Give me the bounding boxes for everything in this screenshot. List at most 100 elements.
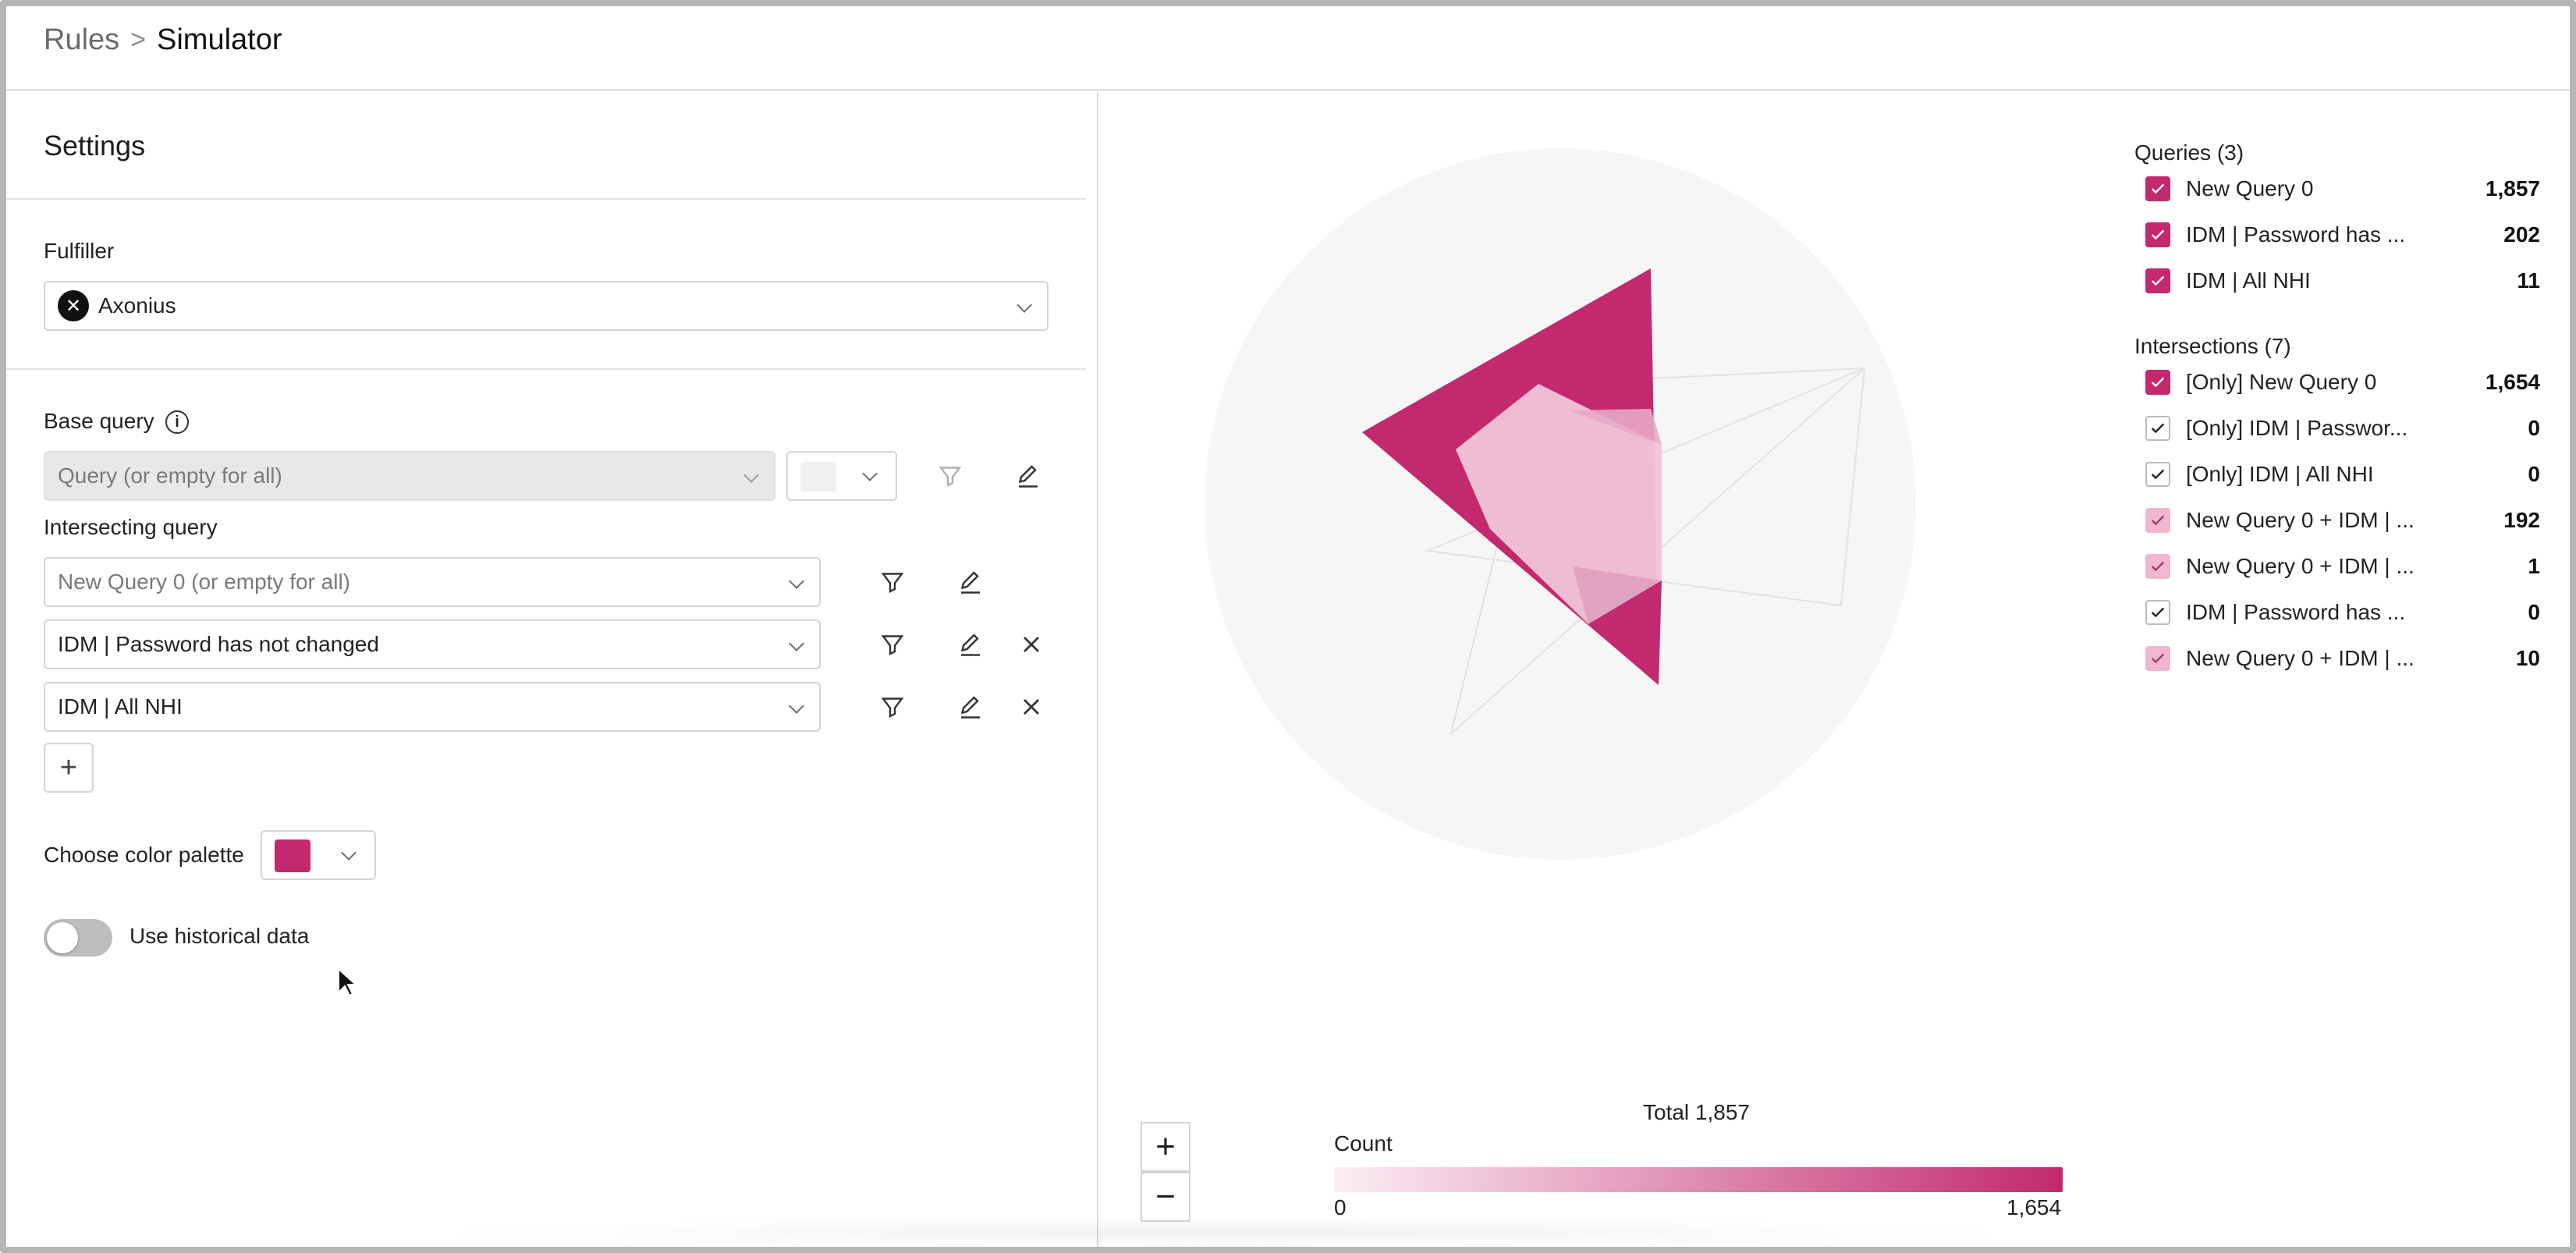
query-legend-label: IDM | Password has ... — [2186, 222, 2406, 247]
close-icon[interactable] — [1013, 626, 1050, 663]
historical-data-toggle[interactable] — [44, 919, 112, 957]
intersections-heading: Intersections (7) — [2134, 334, 2291, 358]
base-query-color-select[interactable] — [786, 451, 897, 501]
intersection-legend-count: 1 — [2528, 554, 2540, 578]
query-legend-item[interactable]: New Query 0 1,857 — [2145, 172, 2540, 206]
intersection-legend-count: 0 — [2528, 462, 2540, 486]
intersection-legend-label: [Only] New Query 0 — [2186, 370, 2377, 394]
intersecting-query-value: New Query 0 (or empty for all) — [58, 570, 350, 594]
filter-icon[interactable] — [874, 626, 911, 663]
scroll-shadow — [421, 1217, 2028, 1248]
edit-icon[interactable] — [952, 626, 989, 663]
query-legend-count: 1,857 — [2485, 176, 2540, 201]
settings-panel: Settings Fulfiller ✕ Axonius Base query … — [6, 92, 1098, 1247]
query-checkbox[interactable] — [2145, 222, 2170, 247]
toggle-knob — [47, 922, 78, 953]
total-count: Total 1,857 — [1643, 1100, 1750, 1124]
close-icon[interactable] — [1013, 688, 1050, 726]
chevron-down-icon — [1017, 297, 1032, 313]
query-legend-count: 202 — [2503, 222, 2540, 247]
color-swatch — [800, 462, 836, 492]
intersection-checkbox[interactable] — [2145, 462, 2170, 487]
intersecting-query-select-2[interactable]: IDM | Password has not changed — [44, 619, 821, 669]
intersection-legend-count: 1,654 — [2485, 370, 2540, 394]
intersection-legend-item[interactable]: [Only] IDM | Passwor... 0 — [2145, 411, 2540, 445]
base-query-select[interactable]: Query (or empty for all) — [44, 451, 775, 501]
page-title: Simulator — [157, 23, 282, 56]
intersection-checkbox[interactable] — [2145, 370, 2170, 395]
color-swatch — [275, 839, 310, 872]
breadcrumb: Rules > Simulator — [44, 23, 282, 57]
chevron-down-icon — [789, 573, 804, 589]
filter-icon[interactable] — [931, 457, 969, 495]
venn-diagram — [1205, 148, 1916, 860]
intersection-checkbox[interactable] — [2145, 646, 2170, 671]
intersecting-query-value: IDM | Password has not changed — [58, 632, 379, 656]
intersection-legend-label: New Query 0 + IDM | ... — [2186, 554, 2415, 578]
intersection-legend-item[interactable]: [Only] IDM | All NHI 0 — [2145, 457, 2540, 492]
fulfiller-value: Axonius — [98, 293, 176, 318]
intersecting-query-select-1[interactable]: New Query 0 (or empty for all) — [44, 557, 821, 607]
intersection-legend-label: [Only] IDM | All NHI — [2186, 462, 2374, 486]
base-query-placeholder: Query (or empty for all) — [58, 463, 282, 488]
intersection-legend-label: [Only] IDM | Passwor... — [2186, 416, 2408, 440]
breadcrumb-separator: > — [130, 25, 147, 55]
intersection-checkbox[interactable] — [2145, 600, 2170, 625]
query-legend-label: IDM | All NHI — [2186, 268, 2311, 293]
intersection-legend-item[interactable]: New Query 0 + IDM | ... 192 — [2145, 503, 2540, 538]
intersection-legend-count: 0 — [2528, 600, 2540, 624]
top-bar: Rules > Simulator — [6, 6, 2570, 91]
intersection-legend-item[interactable]: New Query 0 + IDM | ... 1 — [2145, 549, 2540, 584]
intersection-checkbox[interactable] — [2145, 554, 2170, 579]
settings-title: Settings — [44, 130, 146, 162]
intersecting-query-select-3[interactable]: IDM | All NHI — [44, 682, 821, 732]
chevron-down-icon — [341, 845, 357, 861]
chevron-down-icon — [743, 467, 759, 483]
historical-data-label: Use historical data — [130, 924, 310, 948]
intersection-checkbox[interactable] — [2145, 416, 2170, 441]
edit-icon[interactable] — [952, 688, 989, 726]
axonius-logo-icon: ✕ — [58, 290, 89, 321]
query-legend-item[interactable]: IDM | Password has ... 202 — [2145, 218, 2540, 252]
query-legend-count: 11 — [2517, 268, 2540, 293]
chevron-down-icon — [862, 466, 878, 481]
chevron-down-icon — [789, 636, 804, 651]
zoom-in-button[interactable]: + — [1141, 1122, 1190, 1172]
fulfiller-label: Fulfiller — [44, 239, 115, 263]
zoom-out-button[interactable]: − — [1141, 1172, 1190, 1222]
filter-icon[interactable] — [874, 563, 911, 601]
divider — [6, 198, 1086, 200]
fulfiller-select[interactable]: ✕ Axonius — [44, 281, 1048, 331]
query-legend-label: New Query 0 — [2186, 176, 2314, 201]
query-checkbox[interactable] — [2145, 268, 2170, 293]
color-palette-select[interactable] — [261, 830, 376, 880]
intersection-legend-label: New Query 0 + IDM | ... — [2186, 646, 2415, 670]
add-query-button[interactable]: + — [44, 743, 94, 793]
mouse-cursor-icon — [338, 967, 357, 997]
base-query-label: Base query — [44, 409, 154, 433]
intersection-legend-count: 10 — [2515, 646, 2540, 670]
intersection-legend-item[interactable]: IDM | Password has ... 0 — [2145, 595, 2540, 630]
intersection-legend-count: 0 — [2528, 416, 2540, 440]
intersection-legend-label: IDM | Password has ... — [2186, 600, 2406, 624]
query-checkbox[interactable] — [2145, 176, 2170, 201]
intersecting-query-value: IDM | All NHI — [58, 694, 183, 719]
intersection-legend-count: 192 — [2503, 508, 2540, 532]
intersection-legend-item[interactable]: [Only] New Query 0 1,654 — [2145, 365, 2540, 399]
intersection-legend-item[interactable]: New Query 0 + IDM | ... 10 — [2145, 641, 2540, 676]
scale-title: Count — [1334, 1131, 1393, 1155]
intersection-checkbox[interactable] — [2145, 508, 2170, 533]
intersecting-query-label: Intersecting query — [44, 515, 218, 539]
intersection-legend-label: New Query 0 + IDM | ... — [2186, 508, 2415, 532]
queries-heading: Queries (3) — [2134, 140, 2244, 165]
chevron-down-icon — [789, 698, 804, 714]
color-palette-label: Choose color palette — [44, 843, 244, 867]
color-scale-bar — [1334, 1167, 2063, 1192]
info-icon[interactable]: i — [165, 410, 189, 434]
edit-icon[interactable] — [1009, 457, 1047, 495]
breadcrumb-rules-link[interactable]: Rules — [44, 23, 119, 57]
query-legend-item[interactable]: IDM | All NHI 11 — [2145, 264, 2540, 298]
edit-icon[interactable] — [952, 563, 989, 601]
divider — [6, 368, 1086, 370]
filter-icon[interactable] — [874, 688, 911, 726]
